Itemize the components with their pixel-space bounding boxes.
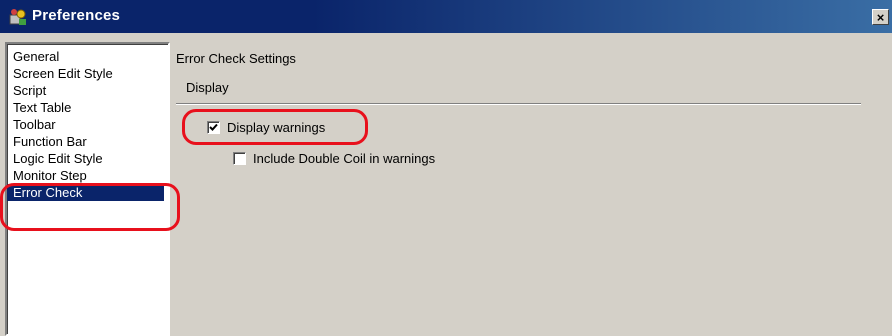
include-double-coil-label[interactable]: Include Double Coil in warnings — [253, 151, 435, 166]
close-button[interactable]: × — [872, 9, 889, 25]
include-double-coil-option[interactable]: Include Double Coil in warnings — [233, 151, 435, 166]
display-section-label: Display — [186, 80, 229, 95]
sidebar-item-general[interactable]: General — [7, 48, 164, 65]
sidebar-item-logic-edit-style[interactable]: Logic Edit Style — [7, 150, 164, 167]
sidebar-item-monitor-step[interactable]: Monitor Step — [7, 167, 164, 184]
close-icon: × — [876, 9, 885, 25]
preferences-app-icon — [8, 8, 28, 26]
sidebar-item-script[interactable]: Script — [7, 82, 164, 99]
sidebar-item-function-bar[interactable]: Function Bar — [7, 133, 164, 150]
title-bar[interactable]: Preferences × — [0, 0, 892, 33]
annotation-highlight-display-warnings — [182, 109, 368, 145]
sidebar-item-screen-edit-style[interactable]: Screen Edit Style — [7, 65, 164, 82]
window-title: Preferences — [32, 7, 121, 24]
sidebar-item-text-table[interactable]: Text Table — [7, 99, 164, 116]
sidebar-item-toolbar[interactable]: Toolbar — [7, 116, 164, 133]
annotation-highlight-error-check — [0, 183, 180, 231]
include-double-coil-checkbox[interactable] — [233, 152, 246, 165]
section-divider — [176, 103, 861, 105]
settings-page-title: Error Check Settings — [176, 51, 296, 66]
